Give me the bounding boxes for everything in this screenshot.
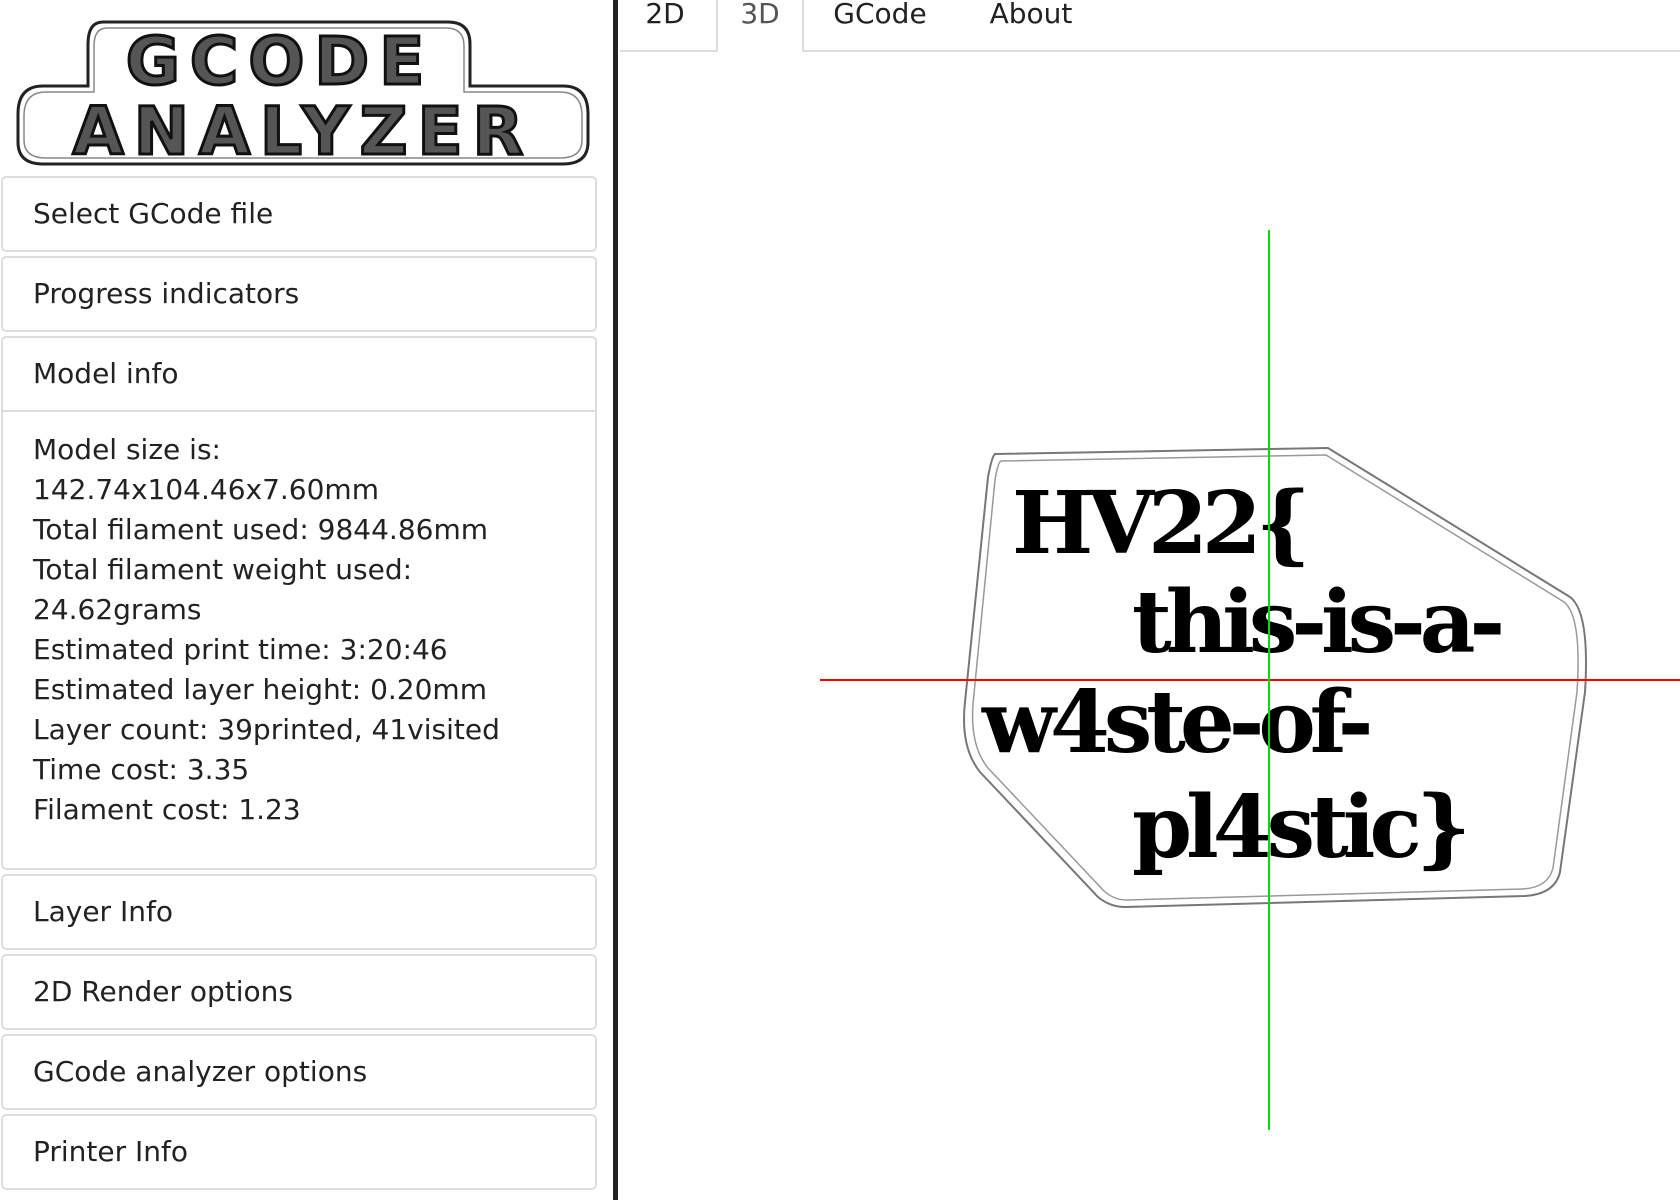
panel-select-gcode-file: Select GCode file [1, 176, 597, 252]
gcode-analyzer-logo: GCODE ANALYZER [16, 20, 590, 170]
layer-count: Layer count: 39printed, 41visited [33, 713, 500, 746]
tab-2d[interactable]: 2D [620, 0, 710, 50]
logo-line2: ANALYZER [73, 93, 534, 170]
tab-about[interactable]: About [970, 0, 1092, 50]
panel-2d-render-options: 2D Render options [1, 954, 597, 1030]
panel-progress-indicators: Progress indicators [1, 256, 597, 332]
view-tabs: 2D 3D GCode About [620, 0, 1680, 52]
total-filament-weight-label: Total filament weight used: [33, 553, 413, 586]
panel-layer-info: Layer Info [1, 874, 597, 950]
gcode-analyzer-options-button[interactable]: GCode analyzer options [3, 1036, 595, 1108]
3d-canvas[interactable]: HV22{ this-is-a- w4ste-of- pl4stic} [620, 52, 1680, 1200]
sidebar-divider [613, 0, 618, 1200]
model-info-button[interactable]: Model info [3, 338, 595, 412]
total-filament-used: Total filament used: 9844.86mm [33, 513, 488, 546]
layer-info-button[interactable]: Layer Info [3, 876, 595, 948]
panel-model-info: Model info Model size is: 142.74x104.46x… [1, 336, 597, 870]
filament-cost: Filament cost: 1.23 [33, 793, 301, 826]
time-cost: Time cost: 3.35 [33, 753, 250, 786]
model-text-line4: pl4stic} [1132, 777, 1465, 878]
2d-render-options-button[interactable]: 2D Render options [3, 956, 595, 1028]
panel-gcode-analyzer-options: GCode analyzer options [1, 1034, 597, 1110]
model-size-value: 142.74x104.46x7.60mm [33, 473, 379, 506]
logo-line1: GCODE [126, 23, 435, 100]
printer-info-button[interactable]: Printer Info [3, 1116, 595, 1188]
model-info-body: Model size is: 142.74x104.46x7.60mm Tota… [3, 412, 595, 830]
estimated-print-time: Estimated print time: 3:20:46 [33, 633, 448, 666]
tab-gcode[interactable]: GCode [820, 0, 940, 50]
estimated-layer-height: Estimated layer height: 0.20mm [33, 673, 487, 706]
model-size-label: Model size is: [33, 433, 221, 466]
select-gcode-file-button[interactable]: Select GCode file [3, 178, 595, 250]
model-text-line3: w4ste-of- [981, 672, 1370, 773]
panel-printer-info: Printer Info [1, 1114, 597, 1190]
progress-indicators-button[interactable]: Progress indicators [3, 258, 595, 330]
model-text-line1: HV22{ [1012, 473, 1305, 574]
total-filament-weight-value: 24.62grams [33, 593, 202, 626]
model-text-line2: this-is-a- [1132, 572, 1502, 673]
tab-3d[interactable]: 3D [716, 0, 804, 52]
sidebar: GCODE ANALYZER Select GCode file Progres… [0, 0, 613, 1200]
3d-viewport[interactable]: HV22{ this-is-a- w4ste-of- pl4stic} [620, 52, 1680, 1200]
